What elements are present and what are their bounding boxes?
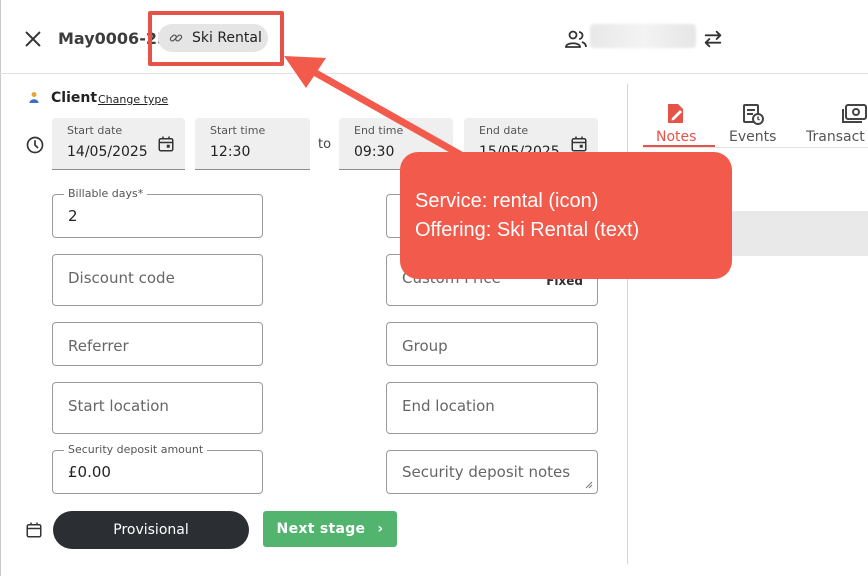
change-type-link[interactable]: Change type: [98, 93, 168, 106]
start-time-label: Start time: [210, 124, 266, 137]
start-time-value: 12:30: [210, 144, 251, 160]
calendar-icon[interactable]: [157, 135, 175, 153]
tab-transactions[interactable]: Transact: [806, 103, 868, 145]
end-time-value: 09:30: [354, 144, 395, 160]
group-input[interactable]: Group: [386, 322, 598, 366]
next-stage-label: Next stage: [276, 521, 366, 537]
swap-icon[interactable]: [702, 29, 724, 49]
tab-notes-label: Notes: [656, 129, 697, 145]
tab-notes[interactable]: Notes: [656, 103, 696, 145]
end-location-input[interactable]: End location: [386, 382, 598, 434]
group-placeholder: Group: [402, 337, 448, 355]
close-icon[interactable]: [22, 28, 44, 50]
annotation-callout: Service: rental (icon) Offering: Ski Ren…: [400, 152, 732, 279]
security-deposit-value: £0.00: [68, 463, 111, 481]
start-location-placeholder: Start location: [68, 397, 169, 415]
client-person-icon: [29, 91, 39, 106]
tab-transactions-label: Transact: [806, 129, 865, 145]
to-label: to: [318, 137, 332, 152]
referrer-placeholder: Referrer: [68, 337, 129, 355]
note-edit-icon: [668, 104, 684, 123]
provisional-button[interactable]: Provisional: [53, 511, 249, 549]
end-location-placeholder: End location: [402, 397, 495, 415]
tab-events[interactable]: Events: [729, 103, 776, 145]
payments-icon: [842, 104, 867, 123]
clock-icon: [26, 136, 44, 154]
end-time-label: End time: [354, 124, 404, 137]
end-date-label: End date: [479, 124, 529, 137]
header-divider: [0, 73, 868, 74]
security-deposit-label: Security deposit amount: [64, 443, 208, 456]
security-deposit-notes-placeholder: Security deposit notes: [402, 463, 571, 481]
chevron-right-icon: ›: [377, 521, 384, 537]
discount-code-placeholder: Discount code: [68, 269, 175, 287]
referrer-input[interactable]: Referrer: [52, 322, 263, 366]
security-deposit-input[interactable]: Security deposit amount £0.00: [52, 443, 263, 494]
tabs-divider: [643, 147, 868, 148]
billable-days-value: 2: [68, 207, 78, 225]
start-date-label: Start date: [67, 124, 123, 137]
security-deposit-notes-textarea[interactable]: Security deposit notes: [386, 450, 598, 494]
tab-events-label: Events: [729, 129, 777, 145]
start-time-field[interactable]: Start time 12:30: [195, 118, 310, 170]
resize-grip-icon[interactable]: [585, 481, 593, 489]
start-date-field[interactable]: Start date 14/05/2025: [52, 118, 185, 170]
redacted-user-name: [590, 24, 696, 48]
billable-days-label: Billable days*: [64, 187, 148, 200]
client-label: Client: [51, 90, 98, 106]
active-tab-indicator: [643, 145, 715, 147]
start-location-input[interactable]: Start location: [52, 382, 263, 434]
annotation-line-2: Offering: Ski Rental (text): [415, 219, 640, 241]
calendar-icon[interactable]: [25, 521, 43, 539]
window-left-edge: [0, 0, 1, 576]
people-icon[interactable]: [564, 29, 588, 49]
annotation-line-1: Service: rental (icon): [415, 190, 599, 212]
billable-days-input[interactable]: Billable days* 2: [52, 187, 263, 238]
discount-code-input[interactable]: Discount code: [52, 254, 263, 306]
start-date-value: 14/05/2025: [67, 144, 148, 160]
calendar-icon[interactable]: [570, 135, 588, 153]
events-icon: [742, 104, 764, 125]
annotation-highlight-box: [148, 11, 284, 66]
next-stage-button[interactable]: Next stage ›: [263, 511, 397, 547]
